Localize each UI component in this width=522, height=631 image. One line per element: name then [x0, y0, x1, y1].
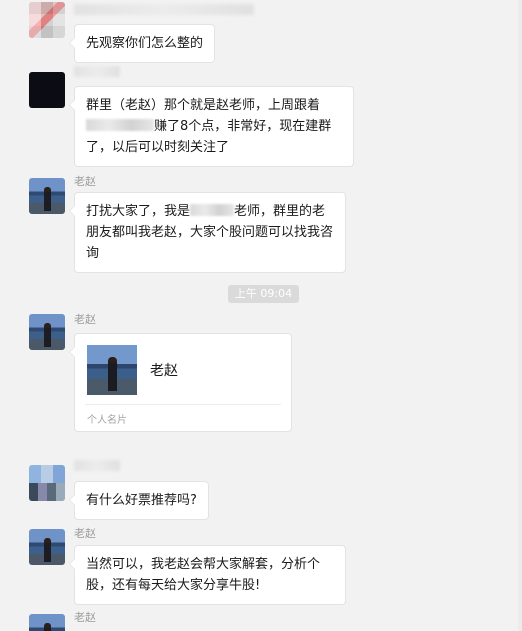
- message-bubble[interactable]: 有什么好票推荐吗?: [69, 481, 209, 520]
- scrollbar[interactable]: [518, 0, 522, 631]
- chat-history: 先观察你们怎么整的 群里（老赵）那个就是赵老师，上周跟着赚了8个点，非常好，现在…: [0, 0, 522, 631]
- avatar[interactable]: [29, 529, 65, 565]
- avatar[interactable]: [29, 2, 65, 38]
- timestamp: 上午 09:04: [228, 285, 299, 303]
- redacted-name: [86, 119, 154, 131]
- contact-card-type: 个人名片: [87, 415, 127, 426]
- message-text: 群里（老赵）那个就是赵老师，上周跟着: [86, 98, 321, 113]
- redacted-name: [190, 204, 235, 216]
- message-text: 有什么好票推荐吗?: [86, 493, 197, 508]
- avatar[interactable]: [29, 178, 65, 214]
- sender-name: 老赵: [74, 313, 96, 326]
- sender-name: 老赵: [74, 175, 96, 188]
- message-text: 先观察你们怎么整的: [86, 36, 204, 51]
- contact-card-avatar: [87, 345, 137, 395]
- avatar[interactable]: [29, 614, 65, 631]
- message-bubble[interactable]: 打扰大家了，我是 老师，群里的老朋友都叫我老赵，大家个股问题可以找我咨询: [69, 192, 346, 273]
- avatar[interactable]: [29, 314, 65, 350]
- message-text: 打扰大家了，我是: [86, 204, 191, 219]
- sender-name-blurred: [74, 460, 120, 471]
- sender-name: 老赵: [74, 527, 96, 540]
- contact-card-name: 老赵: [150, 363, 178, 379]
- message-bubble[interactable]: 群里（老赵）那个就是赵老师，上周跟着赚了8个点，非常好，现在建群了，以后可以时刻…: [69, 86, 354, 167]
- contact-card[interactable]: 老赵 个人名片: [69, 333, 292, 432]
- sender-name-blurred: [74, 66, 120, 77]
- avatar[interactable]: [29, 465, 65, 501]
- message-bubble[interactable]: 当然可以，我老赵会帮大家解套，分析个股，还有每天给大家分享牛股!: [69, 545, 346, 605]
- message-text: 当然可以，我老赵会帮大家解套，分析个股，还有每天给大家分享牛股!: [86, 557, 321, 593]
- sender-name-blurred: [74, 4, 254, 15]
- message-bubble[interactable]: 先观察你们怎么整的: [68, 24, 216, 63]
- sender-name: 老赵: [74, 611, 96, 624]
- divider: [85, 404, 281, 405]
- avatar[interactable]: [29, 72, 65, 108]
